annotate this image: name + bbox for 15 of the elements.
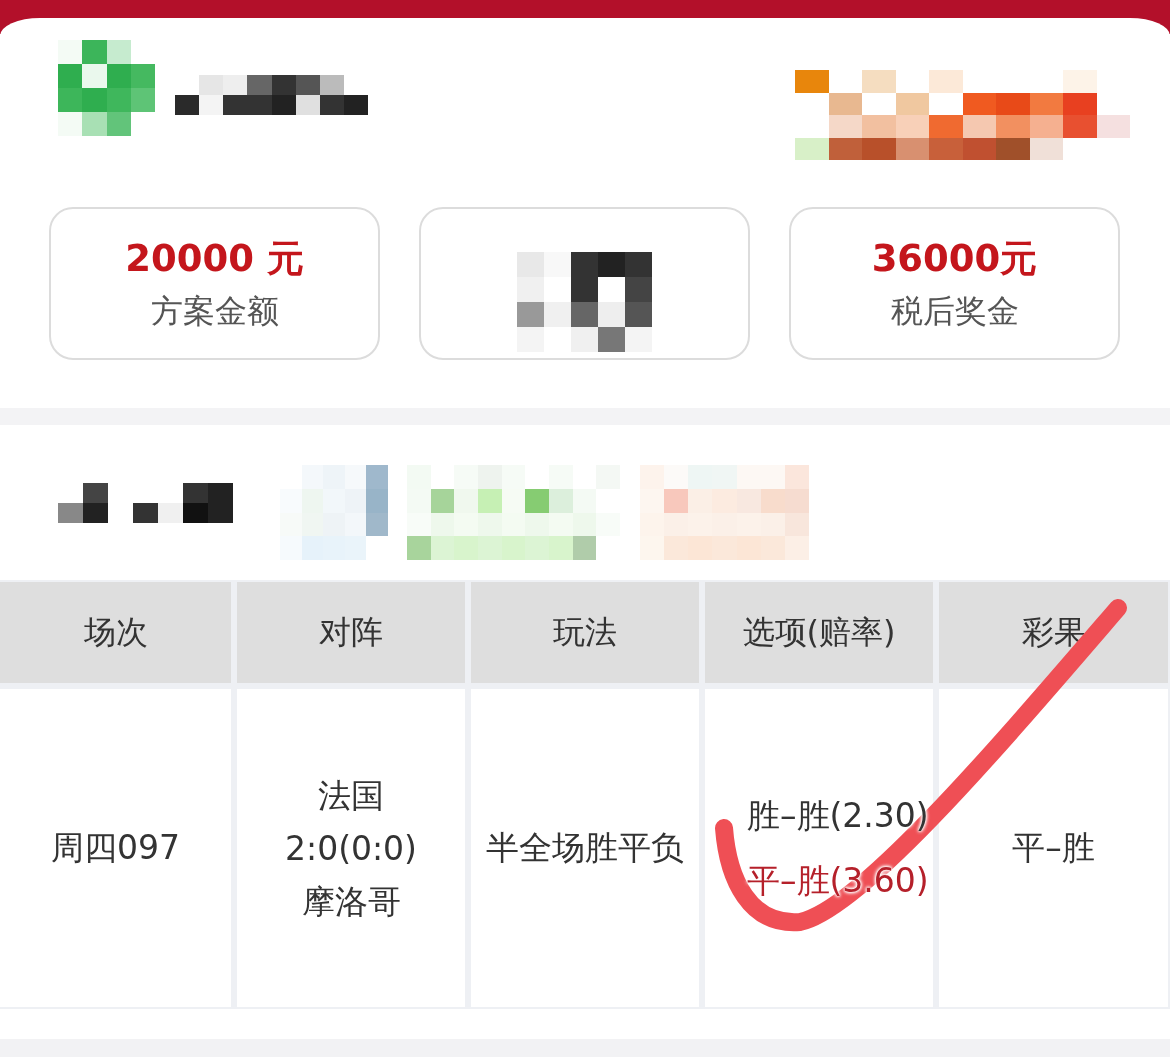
amount-value: 20000 元 <box>125 236 304 281</box>
amount-label: 税后奖金 <box>890 290 1019 331</box>
bet-option: 胜–胜(2.30) <box>747 783 929 848</box>
amount-value: 36000元 <box>871 236 1038 281</box>
table-cell: 周四097 <box>0 689 231 1007</box>
table-cell: 半全场胜平负 <box>471 689 699 1007</box>
away-team: 摩洛哥 <box>301 880 401 923</box>
column-header: 场次 <box>0 582 231 683</box>
column-header: 玩法 <box>471 582 699 683</box>
table-cell: 平–胜 <box>939 689 1168 1007</box>
home-team: 法国 <box>318 774 384 817</box>
column-header: 选项(赔率) <box>705 582 933 683</box>
amount-label: 方案金额 <box>150 290 279 331</box>
column-header: 对阵 <box>237 582 465 683</box>
match-score: 2:0(0:0) <box>285 827 417 870</box>
